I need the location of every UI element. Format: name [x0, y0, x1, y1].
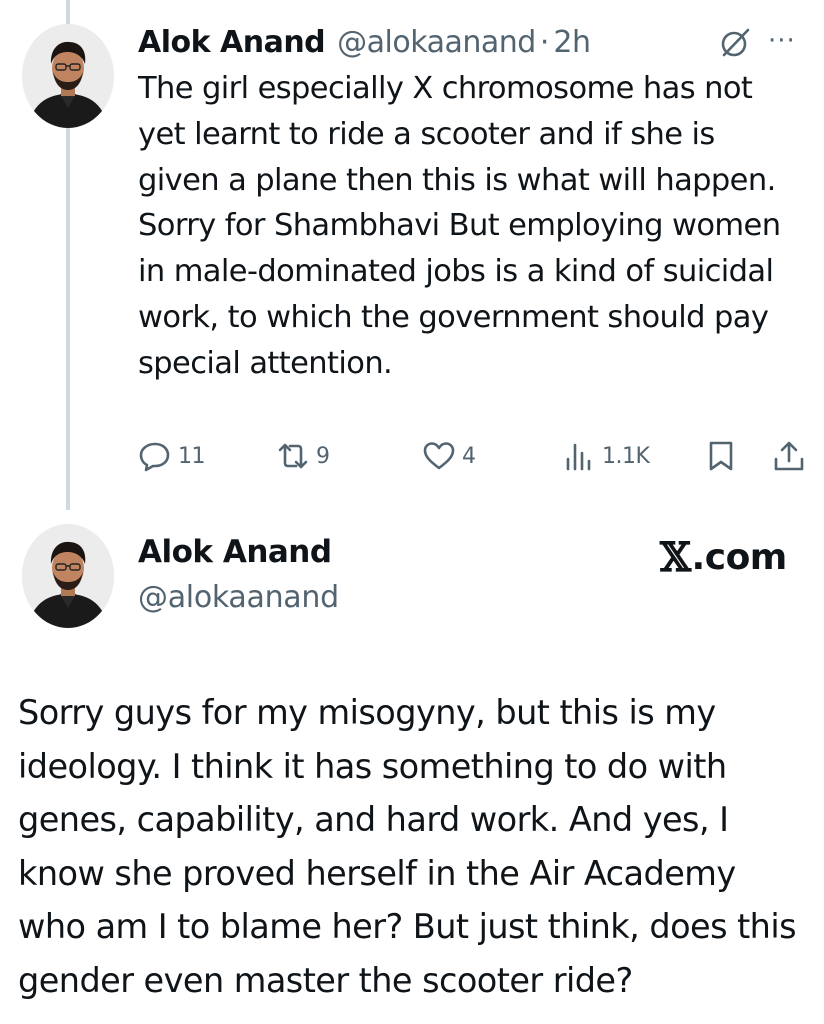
repost-button[interactable]: 9	[276, 434, 330, 478]
heart-icon	[423, 442, 455, 470]
user-handle[interactable]: @alokaanand	[138, 580, 339, 615]
display-name[interactable]: Alok Anand	[138, 534, 332, 570]
timestamp[interactable]: 2h	[553, 25, 591, 60]
views-count: 1.1K	[602, 443, 650, 469]
avatar[interactable]	[22, 524, 114, 628]
separator-dot: ·	[539, 24, 550, 60]
repost-icon	[278, 443, 308, 469]
x-logo-icon: 𝕏	[660, 534, 691, 581]
reply-button[interactable]: 11	[138, 434, 206, 478]
action-bar: 11 9 4 1.1K	[138, 434, 808, 478]
reply-icon	[139, 442, 170, 472]
grok-icon[interactable]	[718, 26, 752, 60]
page: Alok Anand @alokaanand · 2h ··· The girl…	[0, 0, 824, 1024]
avatar[interactable]	[22, 24, 114, 128]
bookmark-icon	[709, 441, 733, 471]
post-header: Alok Anand @alokaanand · 2h ···	[138, 20, 798, 64]
like-count: 4	[462, 443, 476, 469]
views-icon	[566, 443, 591, 471]
avatar-photo	[22, 524, 114, 628]
repost-count: 9	[316, 443, 330, 469]
more-icon[interactable]: ···	[768, 26, 796, 56]
brand-domain: .com	[691, 537, 788, 578]
x-com-logo: 𝕏 .com	[660, 534, 787, 581]
avatar-photo	[22, 24, 114, 128]
share-button[interactable]	[772, 434, 806, 478]
post-text: Sorry guys for my misogyny, but this is …	[18, 693, 797, 1000]
user-handle[interactable]: @alokaanand	[337, 25, 536, 60]
like-button[interactable]: 4	[422, 434, 476, 478]
views-button[interactable]: 1.1K	[562, 434, 650, 478]
bookmark-button[interactable]	[704, 434, 738, 478]
display-name[interactable]: Alok Anand	[138, 25, 326, 60]
reply-count: 11	[178, 443, 206, 469]
post-text: The girl especially X chromosome has not…	[138, 71, 781, 381]
share-icon	[774, 441, 804, 471]
